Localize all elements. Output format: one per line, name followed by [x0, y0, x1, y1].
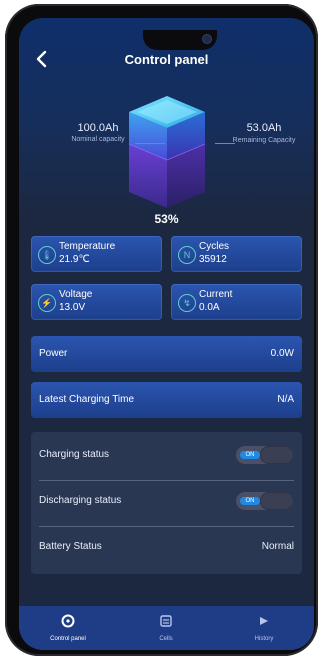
battery-cube-graphic	[128, 96, 206, 208]
discharging-status-label: Discharging status	[39, 495, 122, 506]
voltage-tile: ⚡ Voltage 13.0V	[31, 284, 162, 320]
power-label: Power	[39, 348, 68, 359]
divider	[39, 480, 294, 481]
discharging-toggle-on: ON	[240, 497, 260, 505]
power-value: 0.0W	[270, 348, 294, 359]
power-bar: Power 0.0W	[31, 336, 302, 372]
cycles-value: 35912	[199, 254, 227, 265]
temperature-tile: 🌡 Temperature 21.9℃	[31, 236, 162, 272]
divider	[39, 526, 294, 527]
discharging-toggle[interactable]: ON	[236, 492, 294, 510]
notch	[143, 30, 217, 50]
nominal-connector-line	[135, 143, 165, 144]
remaining-capacity: 53.0Ah Remaining Capacity	[229, 122, 299, 145]
charging-status-label: Charging status	[39, 449, 110, 460]
battery-cube	[119, 90, 215, 220]
charging-toggle-knob	[260, 446, 294, 464]
gauge-icon	[61, 614, 75, 628]
cells-icon	[160, 615, 172, 627]
cycles-label: Cycles	[199, 241, 230, 252]
temperature-value: 21.9℃	[59, 254, 90, 265]
history-icon	[260, 617, 268, 625]
phone-frame: Control panel 100.0Ah Nominal capacity 5…	[5, 4, 318, 656]
nav-cells[interactable]: Cells	[117, 606, 215, 650]
charging-toggle-on: ON	[240, 451, 260, 459]
nominal-capacity-value: 100.0Ah	[77, 122, 119, 134]
current-label: Current	[199, 289, 233, 300]
remaining-capacity-value: 53.0Ah	[246, 122, 282, 134]
battery-status-value: Normal	[261, 541, 294, 552]
remaining-connector-line	[215, 143, 235, 144]
nav-history-label: History	[254, 636, 274, 642]
current-icon: ↯	[178, 294, 196, 312]
bottom-nav: Control panel Cells History	[19, 606, 314, 650]
camera	[203, 35, 211, 43]
page-title: Control panel	[124, 52, 209, 67]
cycle-icon: N	[178, 246, 196, 264]
status-panel: Charging status ON Discharging status ON…	[31, 432, 302, 574]
current-value: 0.0A	[199, 302, 220, 313]
battery-percent: 53%	[154, 212, 179, 226]
charging-time-value: N/A	[277, 394, 294, 405]
nav-history[interactable]: History	[215, 606, 313, 650]
thermometer-icon: 🌡	[38, 246, 56, 264]
remaining-capacity-label: Remaining Capacity	[232, 137, 296, 144]
nominal-capacity: 100.0Ah Nominal capacity	[43, 122, 153, 143]
discharging-status-row: Discharging status ON	[31, 482, 302, 526]
battery-status-row: Battery Status Normal	[31, 528, 302, 572]
nav-control-panel-label: Control panel	[50, 636, 86, 642]
temperature-label: Temperature	[59, 241, 116, 252]
voltage-label: Voltage	[59, 289, 93, 300]
cycles-tile: N Cycles 35912	[171, 236, 302, 272]
nominal-capacity-label: Nominal capacity	[71, 136, 125, 143]
voltage-icon: ⚡	[38, 294, 56, 312]
charging-time-bar: Latest Charging Time N/A	[31, 382, 302, 418]
current-tile: ↯ Current 0.0A	[171, 284, 302, 320]
nav-cells-label: Cells	[159, 636, 173, 642]
charging-time-label: Latest Charging Time	[39, 394, 135, 405]
app-screen: Control panel 100.0Ah Nominal capacity 5…	[19, 18, 314, 650]
charging-status-row: Charging status ON	[31, 436, 302, 480]
discharging-toggle-knob	[260, 492, 294, 510]
nav-control-panel[interactable]: Control panel	[19, 606, 117, 650]
battery-status-label: Battery Status	[39, 541, 102, 552]
voltage-value: 13.0V	[59, 302, 86, 313]
charging-toggle[interactable]: ON	[236, 446, 294, 464]
